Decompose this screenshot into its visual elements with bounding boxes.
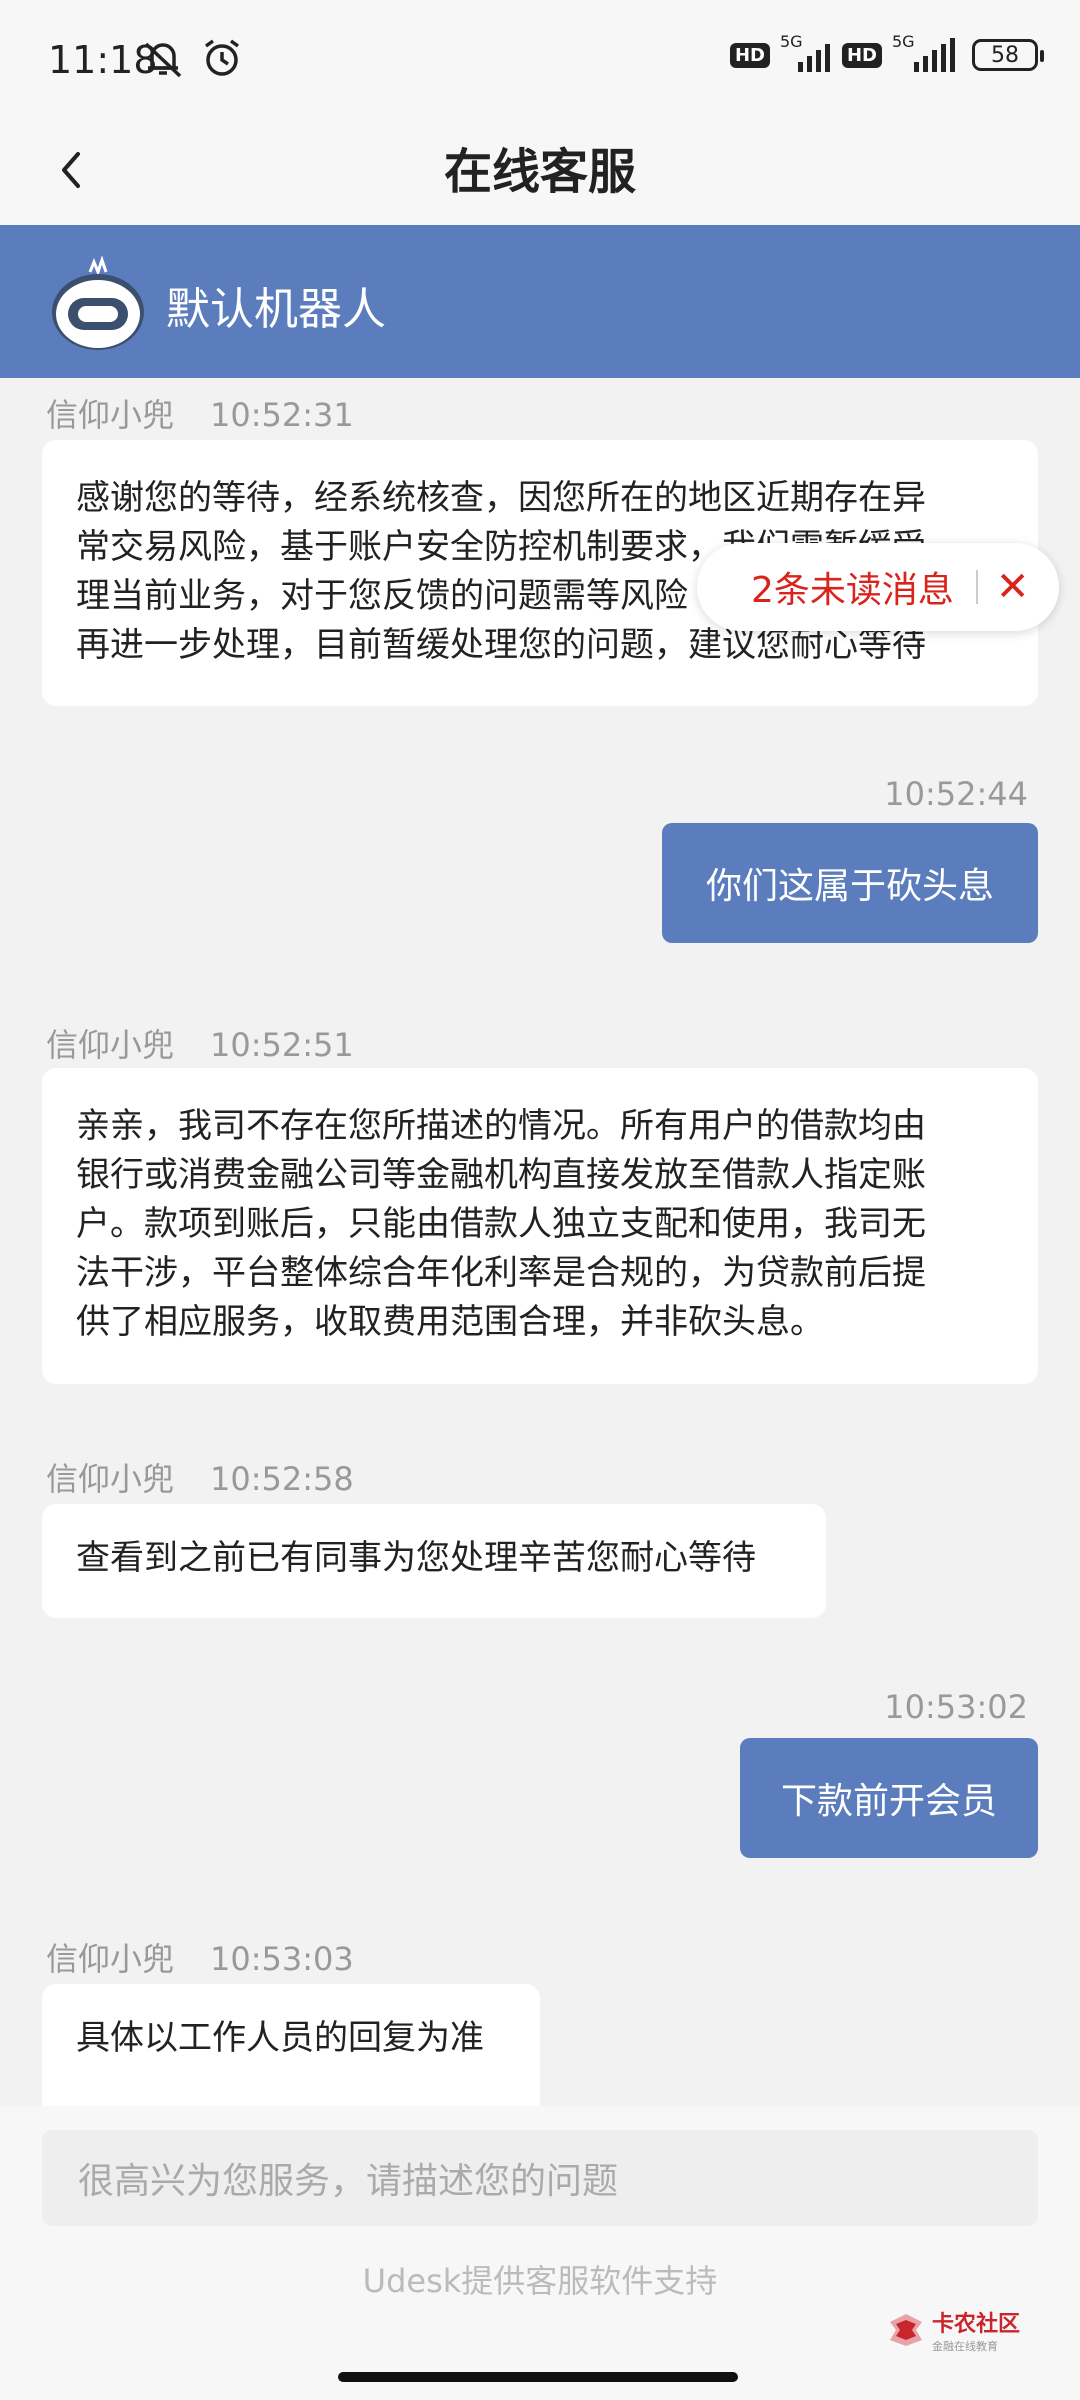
divider [975,570,978,604]
status-icons-right: HD 5G HD 5G 58 [729,32,1044,72]
unread-messages-pill[interactable]: 2条未读消息 ✕ [697,543,1059,631]
robot-name: 默认机器人 [166,284,386,335]
sender-name: 信仰小兜 [46,396,175,434]
watermark: 卡农社区 金融在线教育 [886,2306,1020,2354]
sender-name: 信仰小兜 [46,1026,175,1064]
home-indicator[interactable] [338,2372,738,2382]
hd-badge: HD [729,42,770,68]
message-meta: 信仰小兜 10:53:03 [46,1934,354,1980]
message-meta: 信仰小兜 10:52:58 [46,1454,354,1500]
message-time: 10:52:44 [884,775,1028,813]
status-icons-left [140,38,244,82]
robot-avatar [42,250,152,360]
network-type-label: 5G [779,32,803,51]
network-type-label: 5G [892,32,915,51]
user-message-bubble: 下款前开会员 [740,1738,1038,1858]
message-meta: 信仰小兜 10:52:51 [46,1020,354,1066]
message-line: 户。款项到账后，只能由借款人独立支配和使用，我司无 [76,1204,926,1244]
message-time: 10:53:03 [210,1940,354,1978]
status-bar: 11:18 HD 5G HD 5G 58 [0,0,1080,120]
user-message-bubble: 你们这属于砍头息 [662,823,1038,943]
message-input[interactable]: 很高兴为您服务，请描述您的问题 [42,2130,1038,2226]
sender-name: 信仰小兜 [46,1940,175,1978]
message-time: 10:53:02 [884,1688,1028,1726]
message-line: 法干涉，平台整体综合年化利率是合规的，为贷款前后提 [76,1253,926,1293]
agent-message-bubble: 查看到之前已有同事为您处理辛苦您耐心等待 [42,1504,826,1618]
watermark-title: 卡农社区 [931,2312,1020,2337]
message-time: 10:52:58 [210,1460,354,1498]
notification-muted-icon [140,38,186,82]
sender-name: 信仰小兜 [46,1460,175,1498]
community-logo-icon [889,2314,922,2346]
message-line: 感谢您的等待，经系统核查，因您所在的地区近期存在异 [76,478,926,518]
message-line: 供了相应服务，收取费用范围合理，并非砍头息。 [76,1302,824,1342]
agent-message-bubble: 具体以工作人员的回复为准 [42,1984,540,2106]
unread-label[interactable]: 2条未读消息 [751,561,954,613]
hd-badge: HD [841,42,882,68]
watermark-subtitle: 金融在线教育 [931,2340,998,2353]
message-time: 10:52:51 [210,1026,354,1064]
page-title: 在线客服 [443,144,636,200]
input-area: 很高兴为您服务，请描述您的问题 Udesk提供客服软件支持 卡农社区 金融在线教… [0,2106,1080,2400]
close-icon[interactable]: ✕ [996,567,1030,607]
message-text: 你们这属于砍头息 [705,866,994,907]
message-line: 银行或消费金融公司等金融机构直接发放至借款人指定账 [76,1155,926,1195]
agent-message-bubble: 亲亲，我司不存在您所描述的情况。所有用户的借款均由 银行或消费金融公司等金融机构… [42,1068,1038,1384]
signal-icon: 5G [780,32,832,72]
message-meta: 信仰小兜 10:52:31 [46,390,354,436]
signal-icon: 5G [892,32,962,72]
battery-icon: 58 [972,39,1044,71]
message-text: 下款前开会员 [780,1781,997,1822]
message-time: 10:52:31 [210,396,354,434]
robot-header: 默认机器人 [0,225,1080,378]
message-text: 查看到之前已有同事为您处理辛苦您耐心等待 [76,1538,756,1578]
powered-by-text: Udesk提供客服软件支持 [362,2262,718,2300]
alarm-icon [200,38,244,82]
message-line: 亲亲，我司不存在您所描述的情况。所有用户的借款均由 [76,1106,926,1146]
nav-bar: 在线客服 [0,120,1080,225]
robot-icon [52,255,144,350]
message-text: 具体以工作人员的回复为准 [76,2018,484,2058]
